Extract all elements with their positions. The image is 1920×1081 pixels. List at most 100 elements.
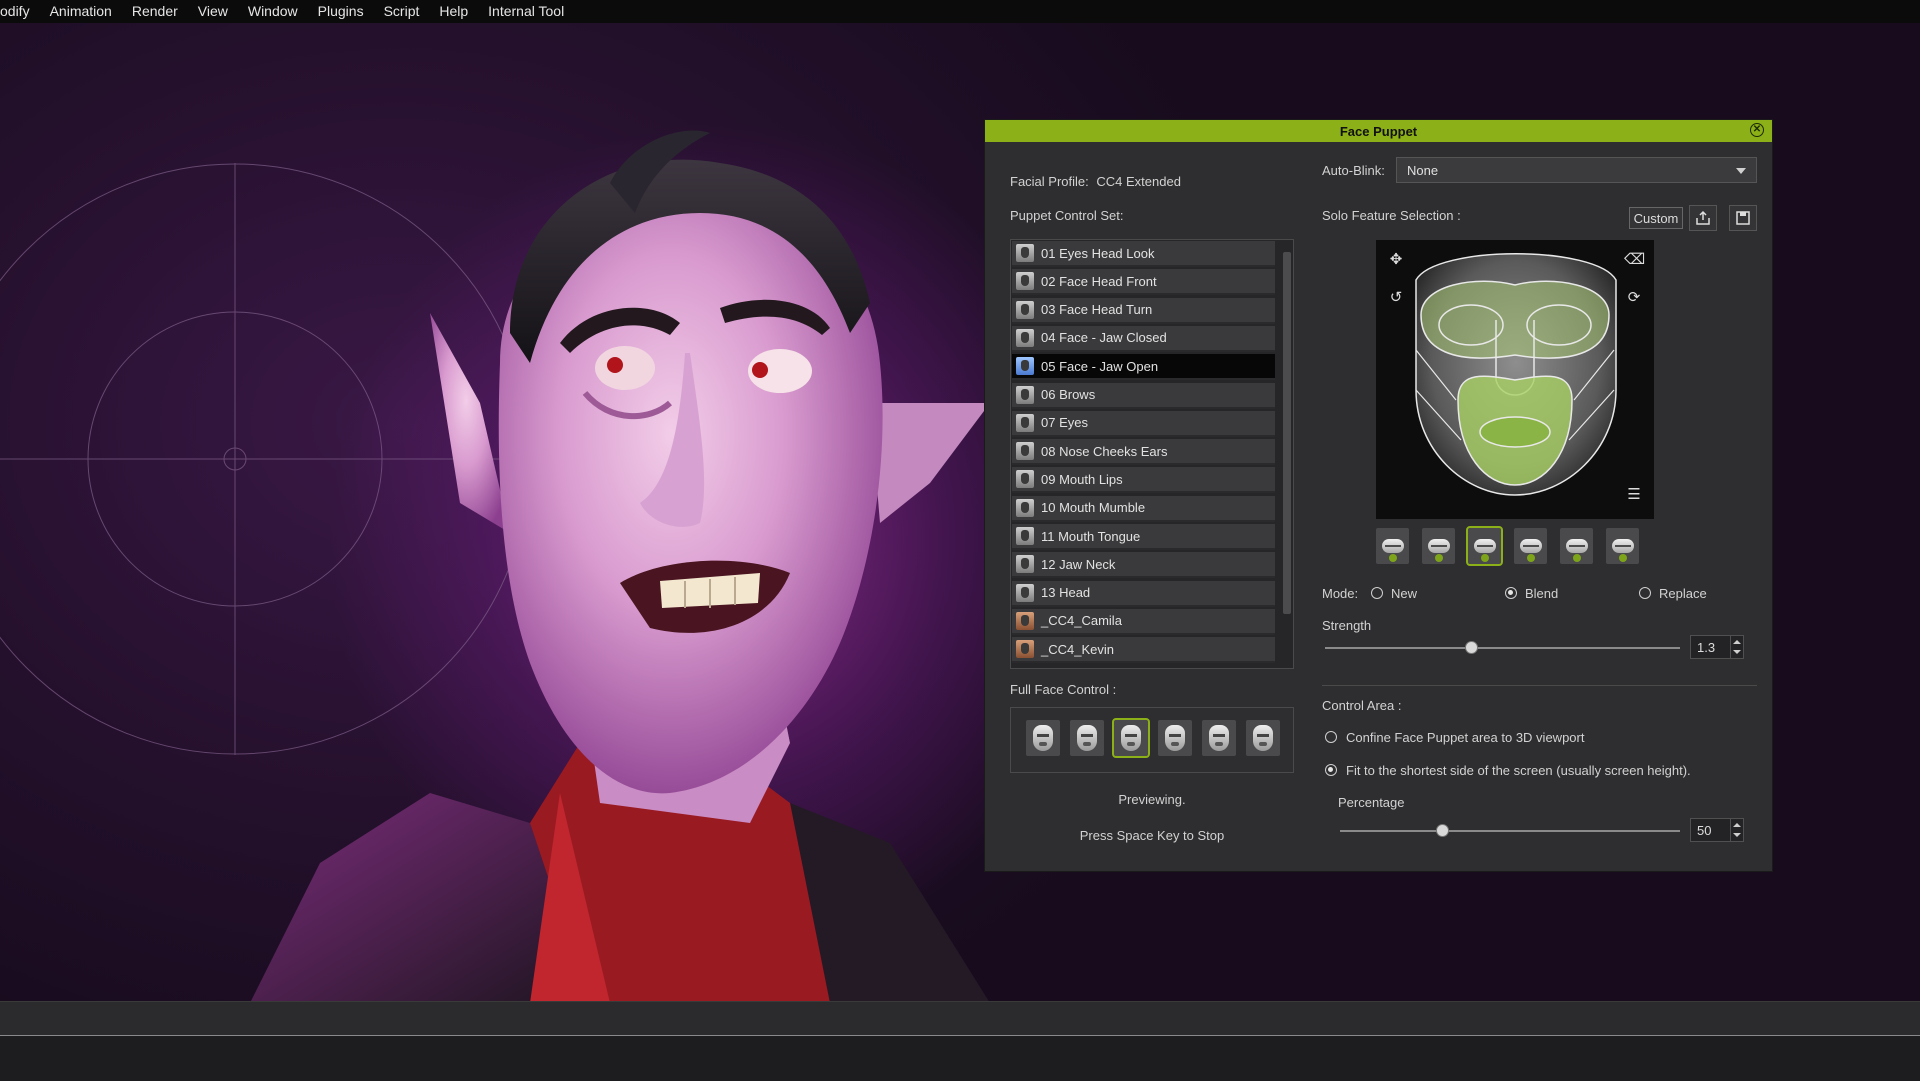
menu-window[interactable]: Window (238, 0, 308, 23)
menu-animation[interactable]: Animation (40, 0, 122, 23)
list-icon[interactable]: ☰ (1624, 485, 1644, 505)
stepper-arrows-icon[interactable] (1730, 819, 1743, 841)
feature-preset-button[interactable] (1422, 528, 1455, 564)
full-face-control-label: Full Face Control : (1010, 682, 1117, 697)
close-icon[interactable]: ✕ (1750, 123, 1764, 137)
move-icon[interactable]: ✥ (1386, 250, 1406, 270)
face-preset-icon (1077, 725, 1097, 751)
puppet-thumbnail-icon (1016, 640, 1034, 659)
mode-new-radio[interactable] (1371, 587, 1383, 599)
puppet-list-item[interactable]: 03 Face Head Turn (1012, 297, 1275, 324)
mode-blend-radio[interactable] (1505, 587, 1517, 599)
list-scrollbar-thumb[interactable] (1283, 252, 1291, 614)
puppet-control-list: 01 Eyes Head Look 02 Face Head Front 03 Fa… (1010, 239, 1294, 669)
strength-stepper[interactable]: 1.3 (1690, 635, 1744, 659)
control-area-confine-radio[interactable] (1325, 731, 1337, 743)
strength-label: Strength (1322, 618, 1372, 633)
full-face-preset-button[interactable] (1070, 720, 1104, 756)
strength-slider[interactable] (1325, 647, 1680, 649)
clover-icon (1573, 554, 1581, 562)
control-area-fit-radio[interactable] (1325, 764, 1337, 776)
puppet-list-item-label: _CC4_Camila (1041, 613, 1122, 629)
timeline-toolbar[interactable] (0, 1001, 1920, 1036)
feature-preset-button[interactable] (1466, 526, 1503, 566)
vampire-character (251, 130, 990, 1001)
face-preset-icon (1121, 725, 1141, 751)
panel-titlebar[interactable]: Face Puppet ✕ (985, 120, 1772, 142)
puppet-list-item-label: 13 Head (1041, 585, 1091, 601)
custom-button[interactable]: Custom (1629, 207, 1683, 229)
puppet-list-item-label: 12 Jaw Neck (1041, 556, 1116, 572)
puppet-list-item[interactable]: 08 Nose Cheeks Ears (1012, 439, 1275, 466)
menu-plugins[interactable]: Plugins (308, 0, 374, 23)
facial-profile-label: Facial Profile: (1010, 174, 1089, 189)
puppet-list-item-label: 06 Brows (1041, 387, 1096, 402)
mouth-preset-icon (1611, 539, 1634, 553)
menu-script[interactable]: Script (374, 0, 430, 23)
puppet-thumbnail-icon (1016, 244, 1034, 262)
feature-preset-button[interactable] (1606, 528, 1639, 564)
puppet-list-item-label: 03 Face Head Turn (1041, 302, 1153, 318)
status-hint: Press Space Key to Stop (1079, 828, 1225, 843)
feature-preset-button[interactable] (1376, 528, 1409, 564)
clover-icon (1389, 554, 1397, 562)
puppet-list-item[interactable]: 11 Mouth Tongue (1012, 524, 1275, 550)
strength-slider-knob[interactable] (1464, 641, 1478, 654)
puppet-list-item[interactable]: 06 Brows (1012, 382, 1275, 409)
full-face-preset-button[interactable] (1026, 720, 1060, 756)
reset-icon[interactable]: ⟳ (1624, 288, 1644, 308)
feature-preset-button[interactable] (1560, 528, 1593, 564)
menu-help[interactable]: Help (429, 0, 478, 23)
puppet-list-item[interactable]: _CC4_Kevin (1012, 637, 1275, 664)
full-face-preset-button[interactable] (1246, 720, 1280, 756)
puppet-list-item-label: 08 Nose Cheeks Ears (1041, 443, 1168, 459)
menu-internal-tool[interactable]: Internal Tool (478, 0, 574, 23)
mode-replace-radio[interactable] (1639, 587, 1651, 599)
timeline-track[interactable] (0, 1035, 1920, 1081)
mode-new-label: New (1391, 586, 1418, 601)
auto-blink-select[interactable]: None (1396, 157, 1757, 183)
percentage-slider[interactable] (1340, 830, 1680, 832)
load-preset-icon[interactable] (1689, 205, 1717, 231)
control-area-confine-label: Confine Face Puppet area to 3D viewport (1346, 730, 1585, 745)
full-face-preset-button[interactable] (1112, 718, 1150, 758)
eraser-icon[interactable]: ⌫ (1624, 250, 1645, 270)
control-area-label: Control Area : (1322, 698, 1402, 713)
puppet-list-item[interactable]: 09 Mouth Lips (1012, 467, 1275, 494)
face-preset-icon (1033, 725, 1053, 751)
puppet-list-item-label: 04 Face - Jaw Closed (1041, 330, 1167, 346)
puppet-list-item[interactable]: 01 Eyes Head Look (1012, 241, 1275, 267)
rotate-left-icon[interactable]: ↺ (1386, 288, 1406, 308)
puppet-thumbnail-icon (1016, 328, 1034, 347)
puppet-list-item[interactable]: 02 Face Head Front (1012, 269, 1275, 296)
puppet-thumbnail-icon (1016, 442, 1034, 461)
feature-preset-button[interactable] (1514, 528, 1547, 564)
full-face-preset-button[interactable] (1158, 720, 1192, 756)
puppet-thumbnail-icon (1016, 300, 1034, 319)
puppet-thumbnail-icon (1016, 272, 1034, 291)
divider (1322, 685, 1757, 686)
puppet-list-item-label: 10 Mouth Mumble (1041, 500, 1146, 516)
puppet-list-item[interactable]: 13 Head (1012, 580, 1275, 607)
solo-feature-face-map[interactable]: ✥ ↺ ⌫ ⟳ ☰ (1376, 240, 1654, 519)
face-preset-icon (1209, 725, 1229, 751)
clover-icon (1619, 554, 1627, 562)
puppet-list-item[interactable]: _CC4_Camila (1012, 608, 1275, 635)
puppet-list-item[interactable]: 07 Eyes (1012, 410, 1275, 437)
percentage-slider-knob[interactable] (1436, 824, 1449, 837)
puppet-thumbnail-icon (1016, 611, 1034, 630)
clover-icon (1527, 554, 1535, 562)
puppet-list-item[interactable]: 10 Mouth Mumble (1012, 495, 1275, 522)
menu-modify[interactable]: odify (0, 0, 40, 23)
stepper-arrows-icon[interactable] (1730, 636, 1743, 658)
puppet-control-set-label: Puppet Control Set: (1010, 208, 1124, 223)
puppet-list-item[interactable]: 12 Jaw Neck (1012, 552, 1275, 579)
puppet-list-item[interactable]: 05 Face - Jaw Open (1012, 354, 1275, 381)
menu-view[interactable]: View (188, 0, 238, 23)
clover-icon (1481, 554, 1489, 562)
menu-render[interactable]: Render (122, 0, 188, 23)
puppet-list-item[interactable]: 04 Face - Jaw Closed (1012, 325, 1275, 352)
save-icon[interactable] (1729, 205, 1757, 231)
full-face-preset-button[interactable] (1202, 720, 1236, 756)
percentage-stepper[interactable]: 50 (1690, 818, 1744, 842)
